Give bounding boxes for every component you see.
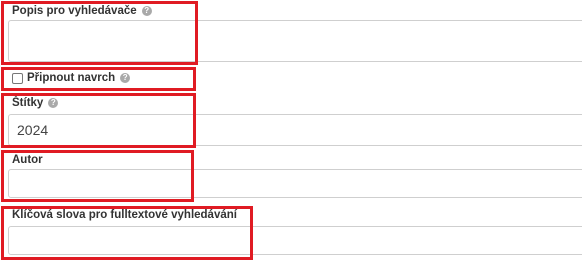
author-label-text: Autor	[12, 154, 43, 166]
description-textarea[interactable]	[8, 20, 582, 62]
tags-value: 2024	[17, 122, 49, 138]
tags-input[interactable]: 2024	[8, 114, 582, 146]
help-icon[interactable]: ?	[120, 73, 131, 83]
pin-top-label-text: Připnout navrch	[27, 72, 116, 84]
tags-label: Štítky ?	[12, 97, 59, 109]
keywords-label: Klíčová slova pro fulltextové vyhledáván…	[12, 209, 237, 221]
keywords-label-text: Klíčová slova pro fulltextové vyhledáván…	[12, 209, 237, 221]
tags-label-text: Štítky	[12, 97, 44, 109]
pin-top-label: Připnout navrch ?	[27, 72, 131, 84]
description-label: Popis pro vyhledávače ?	[12, 5, 152, 17]
description-label-text: Popis pro vyhledávače	[12, 5, 137, 17]
author-label: Autor	[12, 154, 43, 166]
help-icon[interactable]: ?	[141, 6, 152, 16]
keywords-input[interactable]	[8, 226, 582, 255]
author-input[interactable]	[8, 169, 582, 198]
help-icon[interactable]: ?	[48, 98, 59, 108]
pin-top-checkbox[interactable]	[12, 73, 23, 84]
